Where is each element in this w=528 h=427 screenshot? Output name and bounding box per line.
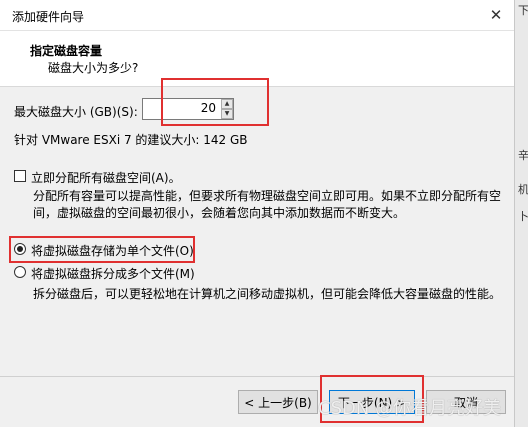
allocate-description-line: 间，虚拟磁盘的空间最初很小，会随着您向其中添加数据而不断变大。 xyxy=(33,206,406,220)
watermark: CSDN @你看月亮好美 xyxy=(318,398,502,419)
single-file-radio[interactable] xyxy=(14,243,26,255)
back-button[interactable]: < 上一步(B) xyxy=(238,390,318,414)
highlight-box-disk-size xyxy=(161,78,269,126)
allocate-description: 分配所有容量可以提高性能，但要求所有物理磁盘空间立即可用。如果不立即分配所有空 … xyxy=(33,188,513,222)
recommended-size-text: 针对 VMware ESXi 7 的建议大小: 142 GB xyxy=(14,133,248,147)
page-subtitle: 磁盘大小为多少? xyxy=(48,61,139,75)
allocate-all-label[interactable]: 立即分配所有磁盘空间(A)。 xyxy=(31,169,181,186)
footer-divider xyxy=(0,376,514,377)
close-icon: ✕ xyxy=(489,6,503,24)
background-fragment: 机 xyxy=(518,183,528,196)
split-files-radio[interactable] xyxy=(14,266,26,278)
allocate-all-checkbox[interactable] xyxy=(14,170,26,182)
background-fragment: 卜 xyxy=(518,210,528,223)
split-files-label[interactable]: 将虚拟磁盘拆分成多个文件(M) xyxy=(31,265,195,282)
background-fragment: 下 xyxy=(518,4,528,17)
single-file-label[interactable]: 将虚拟磁盘存储为单个文件(O) xyxy=(31,242,194,259)
disk-size-label: 最大磁盘大小 (GB)(S): xyxy=(14,105,138,119)
allocate-description-line: 分配所有容量可以提高性能，但要求所有物理磁盘空间立即可用。如果不立即分配所有空 xyxy=(33,189,502,203)
window-title: 添加硬件向导 xyxy=(12,10,85,24)
background-fragment: 辛 xyxy=(518,149,528,162)
page-title: 指定磁盘容量 xyxy=(30,44,103,58)
split-description: 拆分磁盘后，可以更轻松地在计算机之间移动虚拟机，但可能会降低大容量磁盘的性能。 xyxy=(33,287,502,301)
close-button[interactable]: ✕ xyxy=(482,2,510,28)
